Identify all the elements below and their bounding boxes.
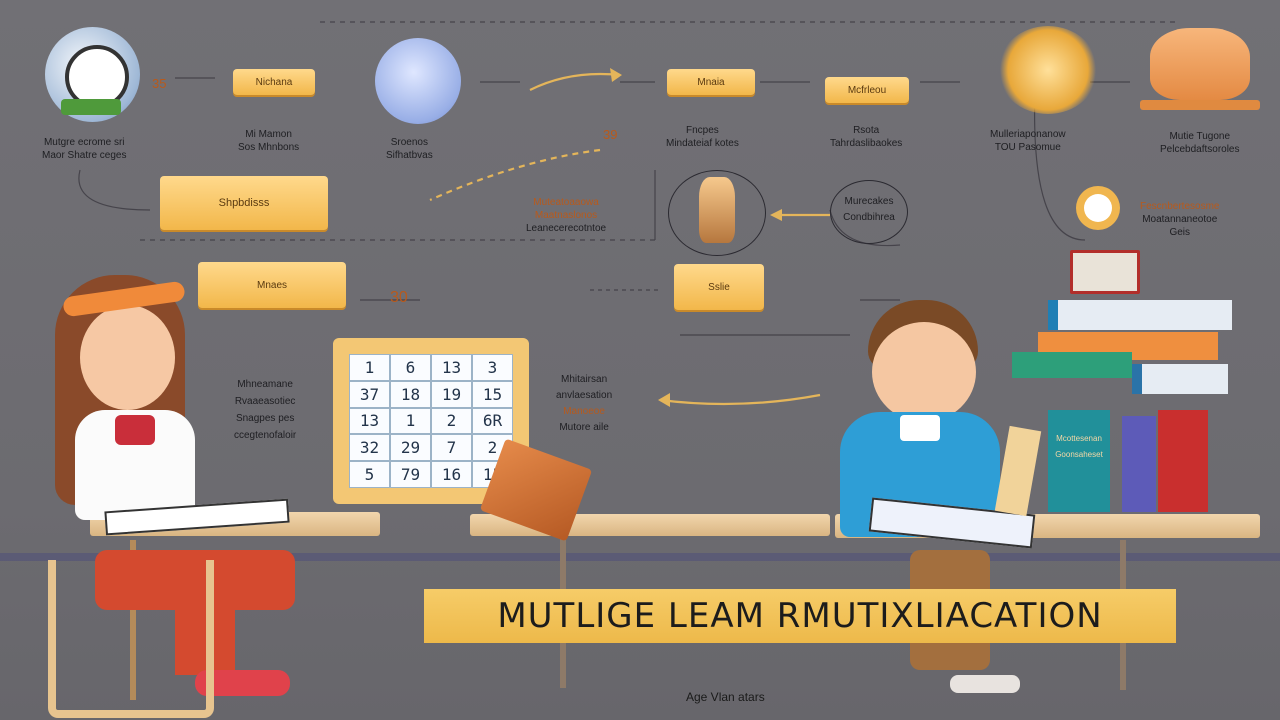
book <box>1048 300 1232 330</box>
lamp-icon <box>699 177 735 243</box>
right-label: Fescnbertesosme Moatannaneotoe Geis <box>1140 201 1220 238</box>
illustration-canvas: Nichana Mnaia Mcfrleou Shpbdisss Mnaes S… <box>0 0 1280 720</box>
grid-cell: 1 <box>349 354 390 381</box>
grid-cell: 13 <box>431 354 472 381</box>
arrow-right-1 <box>529 72 621 91</box>
grid-cell: 3 <box>472 354 513 381</box>
grid-cell: 18 <box>390 380 431 408</box>
chip-top-3: Mcfrleou <box>825 77 909 103</box>
book <box>1132 364 1228 394</box>
grid-cell: 16 <box>431 461 472 488</box>
top-label-4: Fncpes Mindateiaf kotes <box>666 125 739 149</box>
book-stack-illustration: Mcottesenan Goonsaheset <box>994 250 1242 517</box>
center-label: Muteatoaaowa Maatnaslonos Leanecerecotntoe <box>526 197 607 234</box>
grid-cell: 13 <box>349 407 390 435</box>
footer-caption: Age Vlan atars <box>686 690 765 704</box>
grid-cell: 79 <box>390 461 431 488</box>
grid-cell: 1 <box>390 407 431 435</box>
chip-top-2: Mnaia <box>667 69 755 95</box>
globe-icon <box>375 38 461 124</box>
grid-cell: 15 <box>472 380 513 408</box>
number-label-1: 35 <box>152 76 167 91</box>
clock-icon <box>45 27 140 122</box>
shelf-icon <box>1140 100 1260 110</box>
grid-cell: 37 <box>349 380 390 408</box>
number-label-3: 30 <box>390 289 408 306</box>
chip-mid-3: Sslie <box>674 264 764 310</box>
oval-note: Murecakes Condbihrea <box>830 180 908 244</box>
trophy-emblem-icon <box>998 26 1098 114</box>
top-label-5: Rsota Tahrdaslibaokes <box>830 125 903 149</box>
top-label-1: Mutgre ecrome sri Maor Shatre ceges <box>42 137 127 161</box>
grid-cell: 29 <box>390 434 431 462</box>
chair-left <box>48 560 214 718</box>
lamp-circle <box>668 170 766 256</box>
number-label-2: 39 <box>603 127 618 142</box>
grid-cell: 5 <box>349 461 390 488</box>
grid-cell: 19 <box>431 380 472 408</box>
grid-cell: 2 <box>431 407 472 435</box>
top-label-2: Mi Mamon Sos Mhnbons <box>238 129 300 153</box>
top-label-7: Mutie Tugone Pelcebdaftsoroles <box>1160 131 1240 155</box>
top-label-3: Sroenos Sifhatbvas <box>386 137 433 161</box>
teapot-icon <box>1150 28 1250 100</box>
grid-cell: 6R <box>472 407 513 435</box>
small-book <box>1070 250 1140 294</box>
book <box>1122 416 1156 512</box>
grid-cell: 32 <box>349 434 390 462</box>
book <box>1012 352 1132 378</box>
book <box>1158 410 1208 512</box>
title-banner: MUTLIGE LEAM RMUTIXLIACATION <box>424 589 1176 643</box>
book-spine-1: Mcottesenan Goonsaheset <box>1048 410 1110 512</box>
chip-top-1: Nichana <box>233 69 315 95</box>
grid-cell: 7 <box>431 434 472 462</box>
top-label-6: Mulleriaponanow TOU Pasomue <box>990 129 1066 153</box>
grid-cell: 6 <box>390 354 431 381</box>
board-notes: Mhitairsan anvlaesation Manoeoe Mutore aile <box>556 374 613 433</box>
multiplication-grid: 1 6 13 3 37 18 19 15 13 1 2 6R 32 29 7 2… <box>349 354 513 488</box>
alarm-clock-icon <box>1076 186 1120 230</box>
banner-title: MUTLIGE LEAM RMUTIXLIACATION <box>497 596 1103 636</box>
chip-mid-1: Shpbdisss <box>160 176 328 230</box>
